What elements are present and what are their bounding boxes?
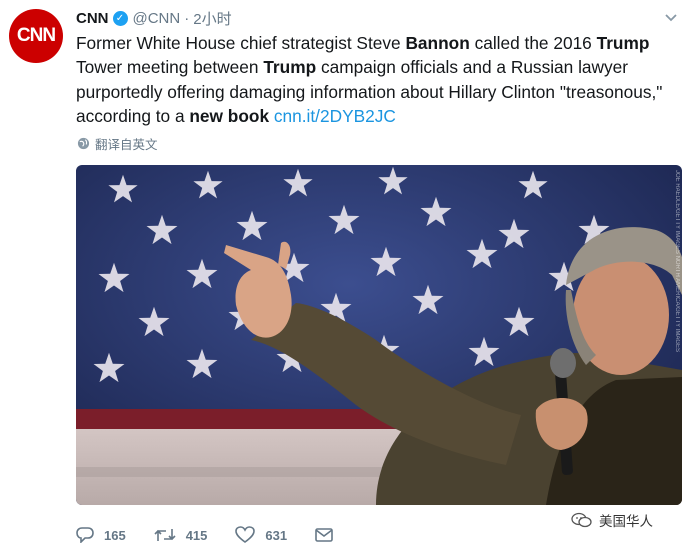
tweet-header: CNN ✓ @CNN · 2小时 [76,8,232,28]
tweet-text: Former White House chief strategist Stev… [76,31,681,128]
retweet-button[interactable]: 415 [154,527,208,543]
reply-count: 165 [104,527,126,543]
highlight-bannon: Bannon [405,33,470,53]
avatar[interactable]: CNN [9,9,63,63]
reply-button[interactable]: 165 [76,527,126,543]
watermark-text: 美国华人 [599,514,653,529]
timestamp[interactable]: 2小时 [193,8,231,29]
dm-button[interactable] [315,527,343,543]
retweet-icon [154,529,176,541]
photo-credit: JOE RAEDLE/GETTY IMAGES NORTH AMERICA/GE… [674,170,680,353]
dm-icon [315,528,333,542]
globe-icon [77,137,90,150]
text-segment: Former White House chief strategist Stev… [76,33,406,53]
text-segment: Tower meeting between [76,57,264,78]
highlight-new-book: new book [189,105,270,126]
like-count: 631 [265,527,288,543]
reply-icon [76,527,94,543]
verified-icon: ✓ [112,10,128,26]
text-segment: called the 2016 [469,33,597,53]
translate-label: 翻译自英文 [95,138,158,152]
highlight-trump: Trump [596,33,650,53]
retweet-count: 415 [185,527,208,543]
like-button[interactable]: 631 [235,526,287,544]
chevron-down-icon[interactable] [663,10,679,26]
author-handle[interactable]: @CNN [133,10,181,27]
like-icon [235,526,256,543]
tweet-photo[interactable] [76,165,682,505]
wechat-icon [571,512,592,528]
translate-button[interactable]: 翻译自英文 [77,134,158,153]
tweet-actions: 165 415 631 [76,523,371,547]
highlight-trump: Trump [263,57,317,78]
author-name[interactable]: CNN [76,10,109,27]
photo-image [76,165,682,505]
separator: · [184,9,190,27]
tweet-link[interactable]: cnn.it/2DYB2JC [274,106,396,126]
wechat-watermark: 美国华人 [571,510,653,530]
